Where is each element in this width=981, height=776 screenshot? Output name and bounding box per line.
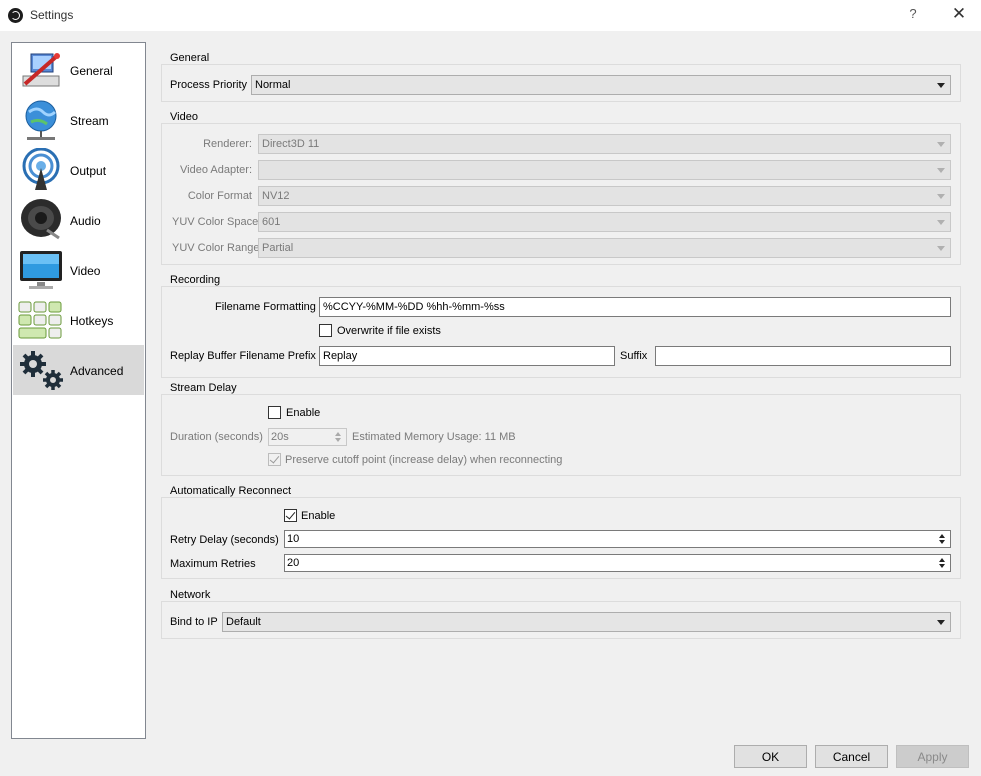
video-icon [20, 251, 62, 289]
chevron-down-icon [937, 168, 945, 173]
window-title: Settings [30, 8, 74, 22]
output-icon [22, 148, 60, 190]
hotkeys-icon [18, 301, 62, 339]
duration-spinbox: 20s [268, 428, 347, 446]
duration-label: Duration (seconds) [170, 431, 263, 443]
chevron-down-icon [937, 620, 945, 625]
sidebar-item-general[interactable]: General [13, 45, 144, 95]
chevron-down-icon [937, 83, 945, 88]
renderer-dropdown: Direct3D 11 [258, 134, 951, 154]
retry-delay-label: Retry Delay (seconds) [170, 534, 279, 546]
sidebar-item-video[interactable]: Video [13, 245, 144, 295]
stream-delay-enable-label: Enable [286, 407, 321, 419]
spin-arrows-icon[interactable] [937, 556, 948, 570]
reconnect-group-title: Automatically Reconnect [169, 485, 293, 497]
filename-formatting-input[interactable]: %CCYY-%MM-%DD %hh-%mm-%ss [319, 297, 951, 317]
general-icon [22, 53, 60, 87]
yuv-color-space-dropdown: 601 [258, 212, 951, 232]
preserve-cutoff-label: Preserve cutoff point (increase delay) w… [285, 454, 563, 466]
chevron-down-icon [937, 246, 945, 251]
yuv-color-range-value: Partial [262, 242, 294, 254]
color-format-value: NV12 [262, 190, 290, 202]
overwrite-checkbox[interactable] [319, 324, 332, 337]
overwrite-label: Overwrite if file exists [337, 325, 441, 337]
spin-arrows-icon[interactable] [937, 532, 948, 546]
replay-prefix-input[interactable]: Replay [319, 346, 615, 366]
bind-to-ip-value: Default [226, 616, 261, 628]
network-group-title: Network [169, 589, 212, 601]
audio-icon [21, 199, 61, 240]
sidebar-item-label: Output [70, 164, 107, 178]
sidebar-item-hotkeys[interactable]: Hotkeys [13, 295, 144, 345]
renderer-value: Direct3D 11 [262, 138, 320, 150]
sidebar-item-label: General [70, 64, 113, 78]
max-retries-spinbox[interactable]: 20 [284, 554, 951, 572]
yuv-color-range-label: YUV Color Range [172, 242, 260, 254]
sidebar-item-output[interactable]: Output [13, 145, 144, 195]
chevron-down-icon [937, 194, 945, 199]
cancel-button[interactable]: Cancel [815, 745, 888, 768]
bind-to-ip-dropdown[interactable]: Default [222, 612, 951, 632]
obs-logo-icon [8, 8, 23, 23]
sidebar-item-stream[interactable]: Stream [13, 95, 144, 145]
checkmark-icon [285, 509, 296, 520]
stream-delay-group-title: Stream Delay [169, 382, 238, 394]
apply-button: Apply [896, 745, 969, 768]
sidebar-item-audio[interactable]: Audio [13, 195, 144, 245]
sidebar-item-label: Video [70, 264, 101, 278]
title-bar: Settings ? ✕ [0, 0, 981, 31]
max-retries-label: Maximum Retries [170, 558, 256, 570]
close-button[interactable]: ✕ [951, 4, 967, 24]
duration-value: 20s [271, 431, 289, 443]
advanced-icon [20, 351, 63, 390]
help-button[interactable]: ? [906, 6, 920, 21]
sidebar-item-label: Hotkeys [70, 314, 114, 328]
replay-prefix-label: Replay Buffer Filename Prefix [170, 350, 316, 362]
chevron-down-icon [937, 142, 945, 147]
sidebar-item-label: Stream [70, 114, 109, 128]
video-group-title: Video [169, 111, 199, 123]
general-group-title: General [169, 52, 211, 64]
sidebar-item-advanced[interactable]: Advanced [13, 345, 144, 395]
stream-icon [25, 100, 57, 140]
preserve-cutoff-checkbox [268, 453, 281, 466]
reconnect-enable-label: Enable [301, 510, 336, 522]
sidebar-item-label: Advanced [70, 364, 124, 378]
filename-formatting-label: Filename Formatting [215, 301, 316, 313]
color-format-label: Color Format [187, 190, 252, 202]
process-priority-dropdown[interactable]: Normal [251, 75, 951, 95]
recording-group-title: Recording [169, 274, 222, 286]
retry-delay-spinbox[interactable]: 10 [284, 530, 951, 548]
checkmark-icon [269, 453, 280, 464]
renderer-label: Renderer: [203, 138, 252, 150]
reconnect-enable-checkbox[interactable] [284, 509, 297, 522]
max-retries-value: 20 [287, 557, 300, 569]
memory-usage-label: Estimated Memory Usage: 11 MB [352, 431, 516, 443]
process-priority-value: Normal [255, 79, 291, 91]
video-adapter-label: Video Adapter: [180, 164, 252, 176]
yuv-color-range-dropdown: Partial [258, 238, 951, 258]
retry-delay-value: 10 [287, 533, 300, 545]
color-format-dropdown: NV12 [258, 186, 951, 206]
yuv-color-space-value: 601 [262, 216, 281, 228]
settings-sidebar: General Stream Output Audio Video Hotkey… [11, 42, 146, 739]
stream-delay-enable-checkbox[interactable] [268, 406, 281, 419]
chevron-down-icon [937, 220, 945, 225]
yuv-color-space-label: YUV Color Space [172, 216, 259, 228]
sidebar-item-label: Audio [70, 214, 101, 228]
spin-arrows-icon [333, 430, 344, 444]
suffix-label: Suffix [620, 350, 648, 362]
bind-to-ip-label: Bind to IP [170, 616, 218, 628]
process-priority-label: Process Priority [170, 79, 248, 91]
video-adapter-dropdown [258, 160, 951, 180]
ok-button[interactable]: OK [734, 745, 807, 768]
suffix-input[interactable] [655, 346, 951, 366]
